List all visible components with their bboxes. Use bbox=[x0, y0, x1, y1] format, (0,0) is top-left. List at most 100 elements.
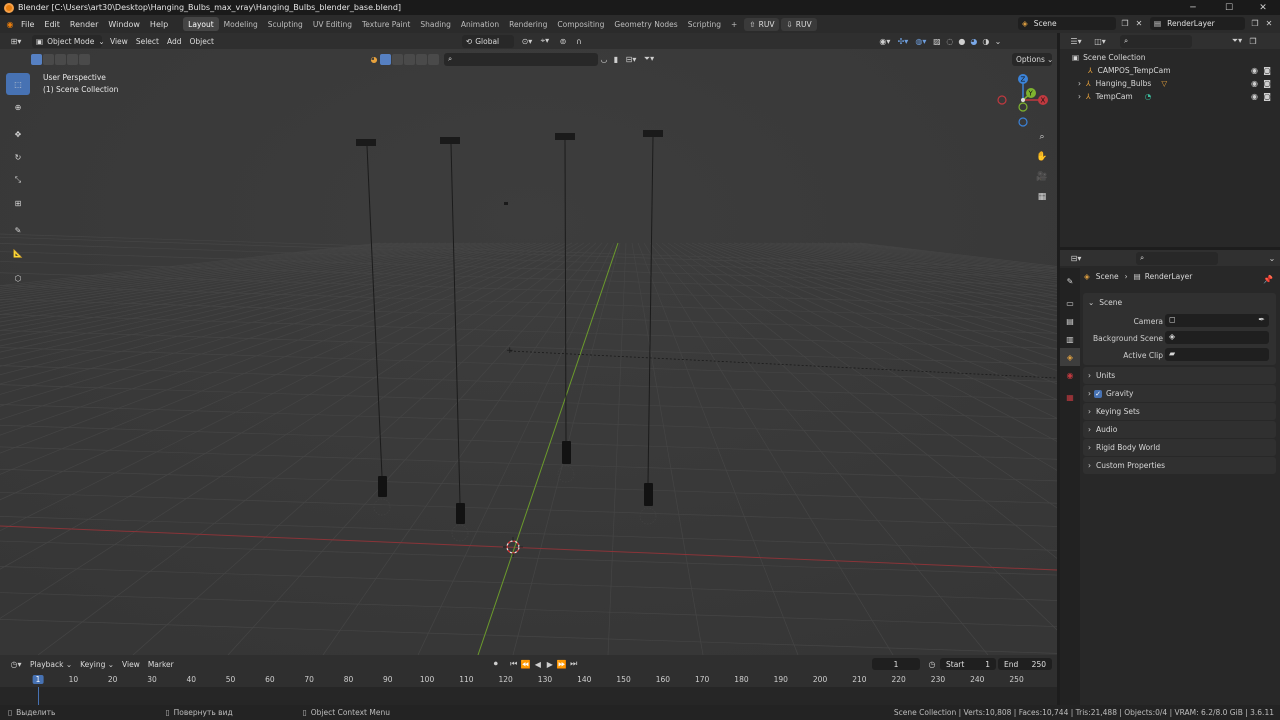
viewport-search-input[interactable]: ⌕ bbox=[444, 52, 598, 66]
menu-window[interactable]: Window bbox=[103, 15, 145, 33]
rotate-tool-icon[interactable]: ↻ bbox=[6, 146, 30, 168]
render-camera-icon[interactable]: ◙ bbox=[1263, 66, 1271, 75]
eye-icon[interactable]: ◉ bbox=[1251, 79, 1258, 88]
pivot-point-icon[interactable]: ⊙▾ bbox=[518, 35, 536, 47]
texture-tab-icon[interactable]: ▦ bbox=[1060, 388, 1080, 406]
select-mode-extend-icon[interactable] bbox=[43, 53, 54, 65]
camera-field[interactable]: ◻ ✒ bbox=[1165, 314, 1269, 327]
object-mode-dropdown[interactable]: ▣ Object Mode ⌄ bbox=[32, 34, 105, 48]
overlays-toggle-icon[interactable]: ◍▾ bbox=[912, 35, 930, 47]
shading-rendered-icon[interactable]: ◑ bbox=[980, 35, 992, 47]
gizmo-toggle-icon[interactable]: ✣▾ bbox=[894, 35, 912, 47]
expand-arrow-icon[interactable]: › bbox=[1078, 92, 1081, 101]
output-tab-icon[interactable]: ▤ bbox=[1060, 312, 1080, 330]
move-tool-icon[interactable]: ✥ bbox=[6, 123, 30, 145]
tab-animation[interactable]: Animation bbox=[456, 17, 504, 31]
display-filter-2-icon[interactable] bbox=[392, 53, 403, 65]
render-camera-icon[interactable]: ◙ bbox=[1263, 79, 1271, 88]
tab-texture-paint[interactable]: Texture Paint bbox=[357, 17, 415, 31]
shading-wireframe-icon[interactable]: ◌ bbox=[944, 35, 956, 47]
shading-options-icon[interactable]: ⌄ bbox=[992, 35, 1004, 47]
navigation-gizmo[interactable]: Z X Y bbox=[993, 71, 1053, 129]
new-collection-icon[interactable]: ❐ bbox=[1246, 35, 1260, 47]
menu-edit[interactable]: Edit bbox=[39, 15, 65, 33]
units-panel[interactable]: › Units bbox=[1083, 367, 1276, 384]
xray-icon[interactable]: ▨ bbox=[930, 35, 944, 47]
tool-tab-icon[interactable]: ✎ bbox=[1060, 272, 1080, 290]
render-tab-icon[interactable]: ▭ bbox=[1060, 294, 1080, 312]
background-scene-field[interactable]: ◈ bbox=[1165, 331, 1269, 344]
display-filter-5-icon[interactable] bbox=[428, 53, 439, 65]
tab-geometry-nodes[interactable]: Geometry Nodes bbox=[609, 17, 682, 31]
blender-menu-icon[interactable]: ◉ bbox=[4, 18, 16, 30]
tab-scripting[interactable]: Scripting bbox=[683, 17, 726, 31]
menu-file[interactable]: File bbox=[16, 15, 39, 33]
clock-icon[interactable]: ◷ bbox=[926, 658, 938, 670]
display-toggle-icon[interactable]: ◡ bbox=[598, 53, 610, 65]
zoom-icon[interactable]: ⌕ bbox=[1033, 128, 1051, 146]
tab-uv-editing[interactable]: UV Editing bbox=[308, 17, 357, 31]
current-frame-field[interactable]: 1 bbox=[872, 658, 920, 670]
snap-icon[interactable]: ⌖▾ bbox=[536, 35, 554, 47]
3d-viewport[interactable]: + ⊞▾ ▣ Object Mode ⌄ View Select Add Obj… bbox=[0, 33, 1057, 655]
options-dropdown[interactable]: Options ⌄ bbox=[1012, 53, 1053, 66]
timeline-track-area[interactable] bbox=[0, 687, 1057, 705]
ruv-button-1[interactable]: ⇧ RUV bbox=[744, 17, 780, 31]
menu-object[interactable]: Object bbox=[185, 35, 217, 48]
add-workspace-button[interactable]: + bbox=[726, 17, 742, 31]
rigid-body-world-panel[interactable]: › Rigid Body World bbox=[1083, 439, 1276, 456]
minimize-button[interactable]: ─ bbox=[1176, 0, 1210, 15]
playback-menu[interactable]: Playback ⌄ bbox=[26, 660, 76, 669]
maximize-button[interactable]: ☐ bbox=[1212, 0, 1246, 15]
menu-select[interactable]: Select bbox=[132, 35, 163, 48]
record-icon[interactable]: ⏺ bbox=[490, 658, 502, 670]
menu-view[interactable]: View bbox=[106, 35, 132, 48]
eye-icon[interactable]: ◉ bbox=[1251, 66, 1258, 75]
custom-properties-panel[interactable]: › Custom Properties bbox=[1083, 457, 1276, 474]
menu-render[interactable]: Render bbox=[65, 15, 103, 33]
outliner-editor-type-icon[interactable]: ☰▾ bbox=[1066, 35, 1086, 47]
view-menu[interactable]: View bbox=[118, 660, 144, 669]
frame-ruler[interactable]: 1 10 20 30 40 50 60 70 80 90 100 110 120 130 140 150 160… bbox=[0, 673, 1057, 687]
camera-view-icon[interactable]: 🎥 bbox=[1033, 168, 1051, 186]
proportional-edit-icon[interactable]: ⊚ bbox=[554, 35, 572, 47]
outliner-item[interactable]: › ⅄ TempCam ◔ ◉ ◙ bbox=[1060, 90, 1280, 103]
view-layer-tab-icon[interactable]: ▥ bbox=[1060, 330, 1080, 348]
visibility-icon[interactable]: ◉▾ bbox=[876, 35, 894, 47]
keying-sets-panel[interactable]: › Keying Sets bbox=[1083, 403, 1276, 420]
outliner-search-input[interactable]: ⌕ bbox=[1120, 34, 1192, 48]
scene-selector[interactable]: ◈ Scene bbox=[1018, 17, 1116, 30]
add-cube-tool-icon[interactable]: ⬡ bbox=[6, 267, 30, 289]
annotate-tool-icon[interactable]: ✎ bbox=[6, 219, 30, 241]
bookmark-icon[interactable]: ▮ bbox=[610, 53, 622, 65]
tab-compositing[interactable]: Compositing bbox=[552, 17, 609, 31]
eye-icon[interactable]: ◉ bbox=[1251, 92, 1258, 101]
menu-help[interactable]: Help bbox=[145, 15, 173, 33]
filter-color-icon[interactable]: ◕ bbox=[368, 53, 380, 65]
renderlayer-selector[interactable]: ▤ RenderLayer bbox=[1150, 17, 1245, 30]
play-icon[interactable]: ▶ bbox=[544, 658, 556, 670]
ruv-button-2[interactable]: ⇩ RUV bbox=[781, 17, 817, 31]
jump-start-icon[interactable]: ⏮ bbox=[508, 658, 520, 670]
outliner-filter-icon[interactable]: ⏷▾ bbox=[1228, 35, 1246, 47]
outliner-item[interactable]: ⅄ CAMPOS_TempCam ◉ ◙ bbox=[1060, 64, 1280, 77]
timeline-editor-type-icon[interactable]: ◷▾ bbox=[6, 658, 26, 670]
marker-menu[interactable]: Marker bbox=[144, 660, 178, 669]
editor-type-icon[interactable]: ⊞▾ bbox=[6, 35, 26, 47]
scale-tool-icon[interactable]: ⤡ bbox=[6, 169, 30, 191]
tab-layout[interactable]: Layout bbox=[183, 17, 219, 31]
eyedropper-icon[interactable]: ✒ bbox=[1258, 315, 1265, 324]
tab-sculpting[interactable]: Sculpting bbox=[263, 17, 308, 31]
display-filter-1-icon[interactable] bbox=[380, 53, 391, 65]
properties-editor-type-icon[interactable]: ⊟▾ bbox=[1066, 252, 1086, 264]
active-clip-field[interactable]: ▰ bbox=[1165, 348, 1269, 361]
delete-scene-icon[interactable]: ✕ bbox=[1133, 17, 1145, 29]
filter-icon[interactable]: ⏷▾ bbox=[640, 53, 658, 65]
measure-tool-icon[interactable]: 📐 bbox=[6, 242, 30, 264]
select-mode-intersect-icon[interactable] bbox=[79, 53, 90, 65]
layout-icon[interactable]: ⊟▾ bbox=[622, 53, 640, 65]
shading-solid-icon[interactable]: ● bbox=[956, 35, 968, 47]
tab-rendering[interactable]: Rendering bbox=[504, 17, 552, 31]
expand-arrow-icon[interactable]: › bbox=[1078, 79, 1081, 88]
pin-icon[interactable]: 📌 bbox=[1262, 273, 1274, 285]
